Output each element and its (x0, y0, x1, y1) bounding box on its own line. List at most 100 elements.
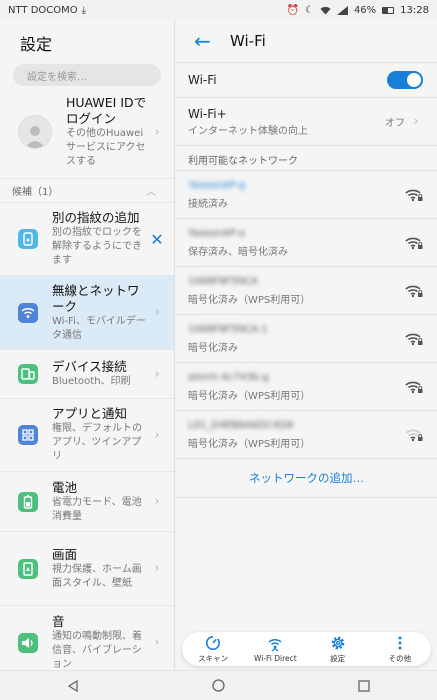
wifi-status-icon (320, 6, 331, 14)
item-title: 無線とネットワーク (52, 282, 140, 314)
recents-button[interactable] (344, 673, 384, 699)
network-ssid: 1068F8F59CA (188, 276, 258, 287)
network-text: YaasanAP-a 保存済み、暗号化済み (188, 227, 405, 258)
wifi-signal-lock-icon (405, 381, 423, 393)
item-title: 電池 (52, 479, 78, 495)
huawei-id-title: HUAWEI IDでログイン (66, 95, 147, 126)
clock: 13:28 (400, 4, 429, 16)
wifi-title: Wi-Fi (230, 32, 266, 50)
suggestions-label: 候補（1） (12, 187, 59, 198)
suggestions-header[interactable]: 候補（1） ︿ (0, 178, 174, 202)
item-subtitle: Wi-Fi、モバイルデータ通信 (52, 315, 146, 341)
item-subtitle: Bluetooth、印刷 (52, 376, 131, 387)
network-ssid: L01_D4EB6A6DC4D8 (188, 420, 294, 431)
scan-button[interactable]: スキャン (184, 634, 242, 664)
battery-percent: 46% (353, 4, 377, 16)
network-text: YaasanAP-g 接続済み (188, 179, 405, 210)
sidebar-item-wireless-network[interactable]: 無線とネットワーク Wi-Fi、モバイルデータ通信 › (0, 275, 174, 349)
sidebar-item-apps-notifications[interactable]: アプリと通知 権限、デフォルトのアプリ、ツインアプリ › (0, 398, 174, 471)
networks-header: 利用可能なネットワーク (176, 145, 437, 170)
home-button[interactable] (198, 673, 238, 699)
fingerprint-phone-icon (18, 229, 38, 249)
wifi-signal-lock-icon (405, 333, 423, 345)
chevron-right-icon: › (154, 635, 160, 650)
status-bar: NTT DOCOMO ⤓ ⏰ ☾ 46% 13:28 (0, 0, 437, 20)
wifi-signal-lock-icon (405, 237, 423, 249)
item-subtitle: 省電力モード、電池消費量 (52, 496, 142, 522)
wifi-signal-lock-icon (405, 429, 423, 441)
wifi-icon (18, 302, 38, 323)
network-status: 暗号化済み（WPS利用可） (188, 295, 311, 306)
battery-icon (18, 491, 38, 512)
suggestion-add-fingerprint[interactable]: 別の指紋の追加 別の指紋でロックを解除するようにできます ✕ (0, 202, 174, 275)
chevron-up-icon: ︿ (146, 187, 156, 198)
wifi-signal-lock-icon (405, 189, 423, 201)
wifi-plus-title: Wi-Fi+ (188, 107, 227, 121)
wifi-toggle[interactable] (387, 71, 423, 89)
network-text: aterm-4c743b-g 暗号化済み（WPS利用可） (188, 371, 405, 402)
network-row[interactable]: YaasanAP-g 接続済み (176, 170, 437, 218)
wifi-direct-button[interactable]: Wi-Fi Direct (246, 636, 304, 663)
display-icon (18, 558, 38, 579)
person-icon (25, 126, 45, 148)
network-ssid: YaasanAP-a (188, 228, 246, 239)
close-icon[interactable]: ✕ (150, 230, 164, 249)
back-triangle-icon (67, 679, 78, 692)
alarm-icon: ⏰ (286, 4, 299, 16)
back-button[interactable] (53, 673, 93, 699)
item-subtitle: 権限、デフォルトのアプリ、ツインアプリ (52, 423, 142, 462)
chevron-right-icon: › (154, 124, 160, 140)
avatar (18, 115, 52, 149)
settings-label: 設定 (330, 653, 346, 663)
more-label: その他 (388, 653, 412, 663)
sidebar-item-battery[interactable]: 電池 省電力モード、電池消費量 › (0, 471, 174, 531)
recents-square-icon (358, 679, 370, 692)
sidebar-item-sound[interactable]: 音 通知の鳴動制限、着信音、バイブレーション › (0, 605, 174, 670)
scan-label: スキャン (198, 653, 229, 663)
dnd-icon: ☾ (304, 4, 314, 16)
network-status: 暗号化済み（WPS利用可） (188, 439, 311, 450)
add-network-button[interactable]: ネットワークの追加… (176, 458, 437, 498)
chevron-right-icon: › (154, 427, 160, 443)
sidebar-item-device-connection[interactable]: デバイス接続 Bluetooth、印刷 › (0, 349, 174, 398)
wifi-signal-lock-icon (405, 285, 423, 297)
scan-icon (206, 634, 222, 650)
battery-icon (382, 6, 395, 14)
item-subtitle: 別の指紋でロックを解除するようにできます (52, 227, 142, 266)
device-connection-icon (18, 364, 38, 384)
network-status: 暗号化済み（WPS利用可） (188, 391, 311, 402)
home-circle-icon (212, 679, 225, 692)
item-title: アプリと通知 (52, 406, 128, 421)
network-row[interactable]: YaasanAP-a 保存済み、暗号化済み (176, 218, 437, 266)
speaker-icon (18, 632, 38, 653)
back-arrow-icon[interactable]: ← (194, 29, 214, 53)
wifi-direct-label: Wi-Fi Direct (254, 653, 297, 663)
more-button[interactable]: その他 (371, 635, 429, 664)
settings-button[interactable]: 設定 (309, 635, 367, 664)
search-input[interactable]: 設定を検索… (13, 64, 161, 86)
huawei-id-login[interactable]: HUAWEI IDでログイン その他のHuaweiサービスにアクセスする › (0, 86, 174, 178)
wifi-panel: ← Wi-Fi Wi-Fi Wi-Fi+ インターネット体験の向上 オフ › 利… (176, 20, 437, 670)
gear-icon (331, 636, 344, 649)
network-row[interactable]: aterm-4c743b-g 暗号化済み（WPS利用可） (176, 362, 437, 410)
wifi-plus-subtitle: インターネット体験の向上 (188, 126, 308, 137)
chevron-right-icon: › (413, 114, 419, 129)
wifi-toggle-row[interactable]: Wi-Fi (176, 62, 437, 97)
chevron-right-icon: › (154, 494, 160, 509)
network-row[interactable]: 1068F8F59CA 暗号化済み（WPS利用可） (176, 266, 437, 314)
item-subtitle: 視力保護、ホーム画面スタイル、壁紙 (52, 563, 142, 589)
network-row[interactable]: L01_D4EB6A6DC4D8 暗号化済み（WPS利用可） (176, 410, 437, 458)
apps-grid-icon (18, 425, 38, 445)
item-title: 別の指紋の追加 (52, 210, 140, 225)
download-icon: ⤓ (81, 4, 87, 16)
sidebar-item-display[interactable]: 画面 視力保護、ホーム画面スタイル、壁紙 › (0, 531, 174, 605)
item-subtitle: 通知の鳴動制限、着信音、バイブレーション (52, 630, 142, 670)
page-title: 設定 (20, 35, 53, 54)
huawei-id-subtitle: その他のHuaweiサービスにアクセスする (66, 128, 146, 167)
bottom-toolbar: スキャン Wi-Fi Direct 設定 その他 (182, 632, 431, 666)
wifi-header: ← Wi-Fi (176, 20, 437, 62)
chevron-right-icon: › (154, 561, 160, 576)
network-row[interactable]: 1068F8F59CA-1 暗号化済み (176, 314, 437, 362)
wifi-plus-value: オフ (385, 118, 405, 129)
wifi-plus-row[interactable]: Wi-Fi+ インターネット体験の向上 オフ › (176, 97, 437, 145)
